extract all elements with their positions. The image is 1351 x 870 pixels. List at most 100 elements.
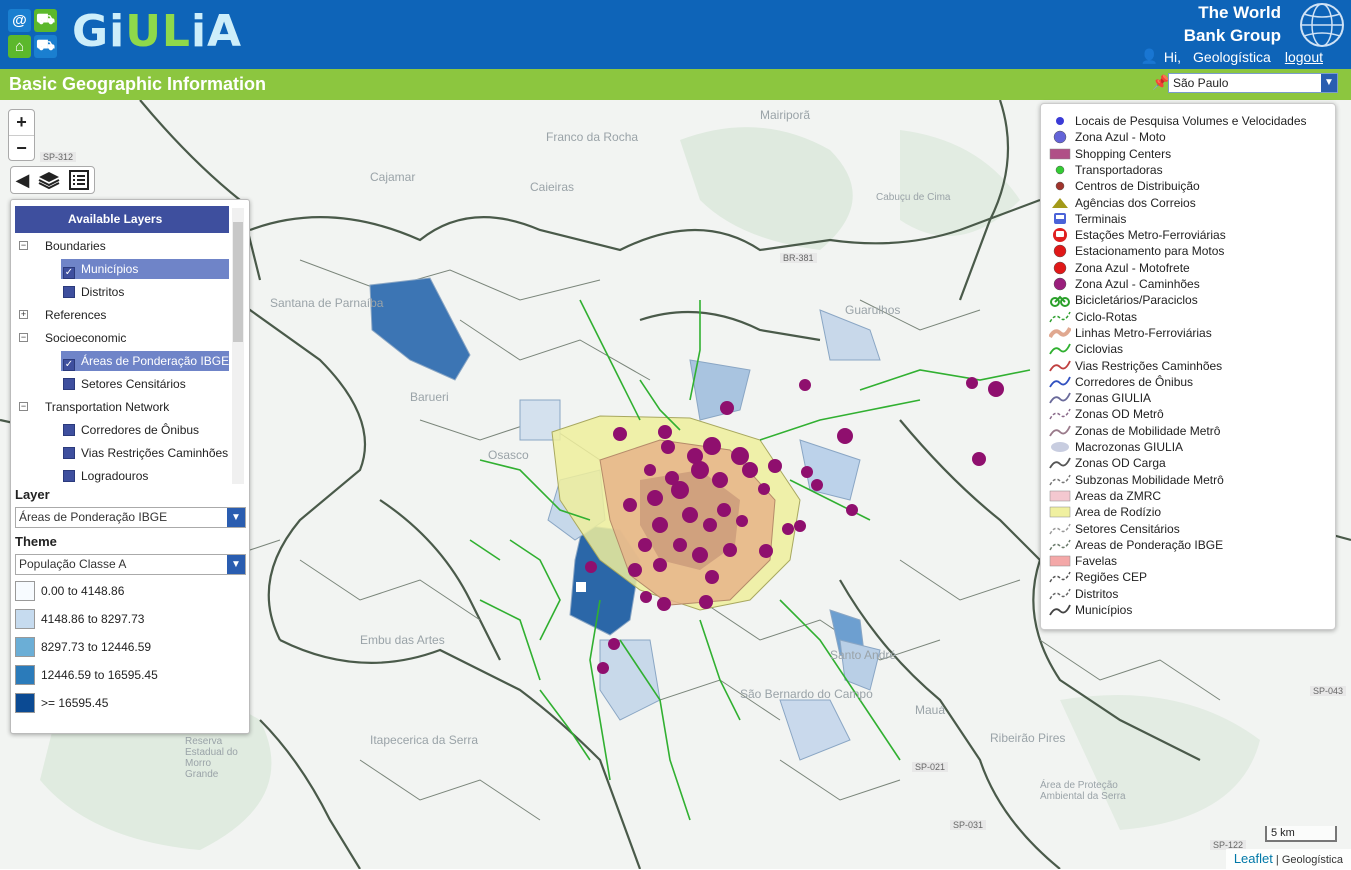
- tree-layer-corredores[interactable]: Corredores de Ônibus: [63, 420, 199, 440]
- checkbox-icon[interactable]: [63, 470, 75, 482]
- available-layers-header: Available Layers: [15, 206, 229, 233]
- tree-layer-distritos[interactable]: Distritos: [63, 282, 124, 302]
- tree-group-references[interactable]: + References: [19, 305, 106, 325]
- green-dot-icon: [1055, 165, 1065, 175]
- logout-link[interactable]: logout: [1285, 49, 1323, 65]
- class-swatch: [15, 609, 35, 629]
- rect-icon: [1049, 490, 1071, 502]
- layer-tree: − Boundaries ✓ Municípios Distritos + Ref…: [15, 236, 231, 484]
- tree-group-boundaries[interactable]: − Boundaries: [19, 236, 106, 256]
- checkbox-icon[interactable]: [63, 447, 75, 459]
- checkbox-checked-icon[interactable]: ✓: [63, 267, 75, 279]
- giulia-logo[interactable]: GiULiA: [72, 6, 242, 57]
- line-icon: [1049, 360, 1071, 371]
- checkbox-icon[interactable]: [63, 286, 75, 298]
- zoom-in-button[interactable]: +: [9, 110, 34, 135]
- place-label: Cajamar: [370, 170, 416, 184]
- small-blue-dot-icon: [1056, 117, 1064, 125]
- map-toolbar: ◀: [10, 166, 95, 194]
- bus-icon-icon: [1054, 212, 1066, 224]
- pin-icon: 📌: [1152, 74, 1170, 90]
- dashed-line-icon: [1049, 311, 1071, 322]
- place-label: Osasco: [488, 448, 529, 462]
- chevron-down-icon[interactable]: ▼: [227, 555, 245, 574]
- zoom-control: + −: [8, 109, 35, 161]
- greeting: Hi,: [1163, 48, 1182, 65]
- place-label: Barueri: [410, 390, 449, 404]
- blue-dot-icon: [1053, 131, 1067, 144]
- layers-panel: Available Layers − Boundaries ✓ Município…: [10, 199, 250, 734]
- red-dot-icon: [1053, 245, 1067, 258]
- road-shield: SP-312: [40, 152, 77, 162]
- layer-select[interactable]: Áreas de Ponderação IBGE ▼: [15, 507, 246, 528]
- zoom-out-button[interactable]: −: [9, 135, 34, 160]
- dashed-line-icon: [1049, 523, 1071, 534]
- truck-icon: ⛟: [34, 35, 57, 58]
- home-icon: ⌂: [8, 35, 31, 58]
- layer-label: Layer: [15, 487, 50, 502]
- chevron-down-icon[interactable]: ▼: [1321, 74, 1337, 92]
- class-swatch: [15, 693, 35, 713]
- city-select[interactable]: São Paulo ▼: [1168, 73, 1338, 93]
- tree-layer-areas-ponderacao[interactable]: ✓ Áreas de Ponderação IBGE: [61, 351, 229, 371]
- place-label: Reserva Estadual do Morro Grande: [185, 736, 238, 780]
- world-bank-globe-icon: [1300, 3, 1344, 47]
- leaflet-link[interactable]: Leaflet: [1234, 851, 1273, 866]
- collapse-icon[interactable]: −: [19, 241, 28, 250]
- map-attribution: Leaflet | Geologística: [1225, 849, 1351, 869]
- checkbox-icon[interactable]: [63, 424, 75, 436]
- place-label: Mairiporã: [760, 108, 811, 122]
- train-icon-icon: [1053, 228, 1067, 243]
- place-label: Guarulhos: [845, 303, 901, 317]
- dashed-line-icon: [1049, 539, 1071, 551]
- tree-layer-logradouros[interactable]: Logradouros: [63, 466, 148, 484]
- rect-icon: [1049, 506, 1071, 518]
- back-arrow-icon[interactable]: ◀: [16, 170, 30, 191]
- map-legend: Locais de Pesquisa Volumes e Velocidades…: [1040, 103, 1336, 630]
- triangle-icon: [1052, 197, 1068, 208]
- dashed-line-icon: [1049, 474, 1071, 485]
- class-legend-item: 4148.86 to 8297.73: [15, 609, 144, 629]
- legend-list-icon[interactable]: [69, 170, 90, 190]
- line-icon: [1049, 343, 1071, 355]
- collapse-icon[interactable]: −: [19, 402, 28, 411]
- chevron-down-icon[interactable]: ▼: [227, 508, 245, 527]
- theme-select[interactable]: População Classe A ▼: [15, 554, 246, 575]
- layers-icon[interactable]: [38, 170, 60, 190]
- checkbox-checked-icon[interactable]: ✓: [63, 359, 75, 371]
- place-label: Mauá: [915, 703, 946, 717]
- purple-dot-icon: [1053, 277, 1067, 291]
- title-bar: Basic Geographic Information: [0, 69, 1351, 100]
- scrollbar-thumb[interactable]: [233, 222, 243, 342]
- user-name: Geologística: [1193, 48, 1271, 65]
- place-label: Cabuçu de Cima: [876, 192, 951, 203]
- tree-layer-setores[interactable]: Setores Censitários: [63, 374, 186, 394]
- class-legend-item: 12446.59 to 16595.45: [15, 665, 158, 685]
- class-legend-item: 0.00 to 4148.86: [15, 581, 124, 601]
- line-icon: [1049, 392, 1071, 404]
- dashed-line-icon: [1049, 572, 1071, 583]
- tree-group-transportation[interactable]: − Transportation Network: [19, 397, 169, 417]
- dashed-line-icon: [1049, 409, 1071, 420]
- place-label: Caieiras: [530, 180, 575, 194]
- giulia-logo-icons: @ ⛟ ⌂ ⛟: [8, 9, 60, 59]
- line-icon: [1049, 425, 1071, 437]
- line-icon: [1049, 376, 1071, 388]
- checkbox-icon[interactable]: [63, 378, 75, 390]
- road-shield: SP-043: [1310, 686, 1347, 696]
- thick-line-icon: [1049, 326, 1071, 338]
- collapse-icon[interactable]: −: [19, 333, 28, 342]
- tree-scrollbar[interactable]: [232, 208, 244, 484]
- place-label: São Bernardo do Campo: [740, 687, 873, 701]
- dashed-line-icon: [1049, 588, 1071, 600]
- tree-layer-vias-restricoes[interactable]: Vias Restrições Caminhões: [63, 443, 228, 463]
- place-label: Embu das Artes: [360, 633, 445, 647]
- rect-icon: [1049, 148, 1071, 159]
- tree-group-socioeconomic[interactable]: − Socioeconomic: [19, 328, 126, 348]
- expand-icon[interactable]: +: [19, 310, 28, 319]
- tree-layer-municipios[interactable]: ✓ Municípios: [61, 259, 229, 279]
- user-info: 👤 Hi, Geologística logout: [1140, 48, 1323, 65]
- world-bank-logo: The World Bank Group: [1183, 3, 1281, 45]
- place-label: Santo André: [830, 648, 897, 662]
- place-label: Itapecerica da Serra: [370, 733, 479, 747]
